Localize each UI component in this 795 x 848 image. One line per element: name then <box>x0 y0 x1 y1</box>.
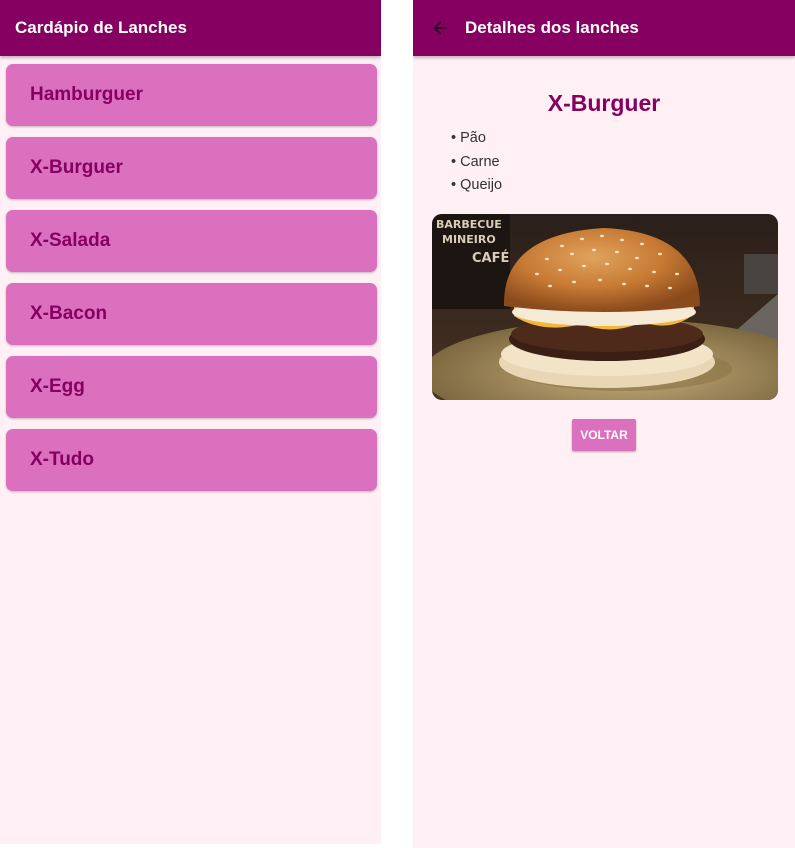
menu-item-label: X-Burguer <box>30 157 123 178</box>
menu-item-label: X-Bacon <box>30 303 108 324</box>
menu-item-hamburguer[interactable]: Hamburguer <box>6 64 377 126</box>
ingredient-item: • Queijo <box>451 177 503 193</box>
ingredient-item: • Pão <box>451 130 486 146</box>
sign-text: BARBECUE <box>436 218 502 231</box>
menu-item-x-egg[interactable]: X-Egg <box>6 356 377 418</box>
detail-app-bar: Detalhes dos lanches <box>413 0 795 56</box>
ingredient-item: • Carne <box>451 153 500 170</box>
menu-item-x-bacon[interactable]: X-Bacon <box>6 283 377 345</box>
voltar-button[interactable]: VOLTAR <box>572 418 636 451</box>
detail-app-bar-title: Detalhes dos lanches <box>465 18 639 37</box>
menu-item-label: X-Tudo <box>30 449 95 470</box>
menu-app-bar-title: Cardápio de Lanches <box>15 18 187 37</box>
menu-item-x-salada[interactable]: X-Salada <box>6 210 377 272</box>
item-name: X-Burguer <box>547 90 661 116</box>
menu-item-label: Hamburguer <box>30 84 143 105</box>
arrow-left-icon <box>433 21 447 35</box>
sign-text: CAFÉ <box>472 250 509 266</box>
burger-image: BARBECUE MINEIRO CAFÉ <box>432 213 778 400</box>
menu-item-label: X-Egg <box>30 376 85 397</box>
menu-screen: Cardápio de Lanches Hamburguer X-Burguer… <box>0 0 381 844</box>
ingredient-list: • Pão • Carne • Queijo <box>451 127 795 198</box>
menu-item-label: X-Salada <box>30 230 111 251</box>
menu-app-bar: Cardápio de Lanches <box>0 0 381 56</box>
detail-screen: Detalhes dos lanches X-Burguer • Pão • C… <box>413 0 795 848</box>
menu-item-x-tudo[interactable]: X-Tudo <box>6 429 377 491</box>
sign-text: MINEIRO <box>442 233 496 246</box>
menu-list: Hamburguer X-Burguer X-Salada X-Bacon X-… <box>0 56 381 491</box>
menu-item-x-burguer[interactable]: X-Burguer <box>6 137 377 199</box>
back-arrow-button[interactable] <box>425 13 455 43</box>
